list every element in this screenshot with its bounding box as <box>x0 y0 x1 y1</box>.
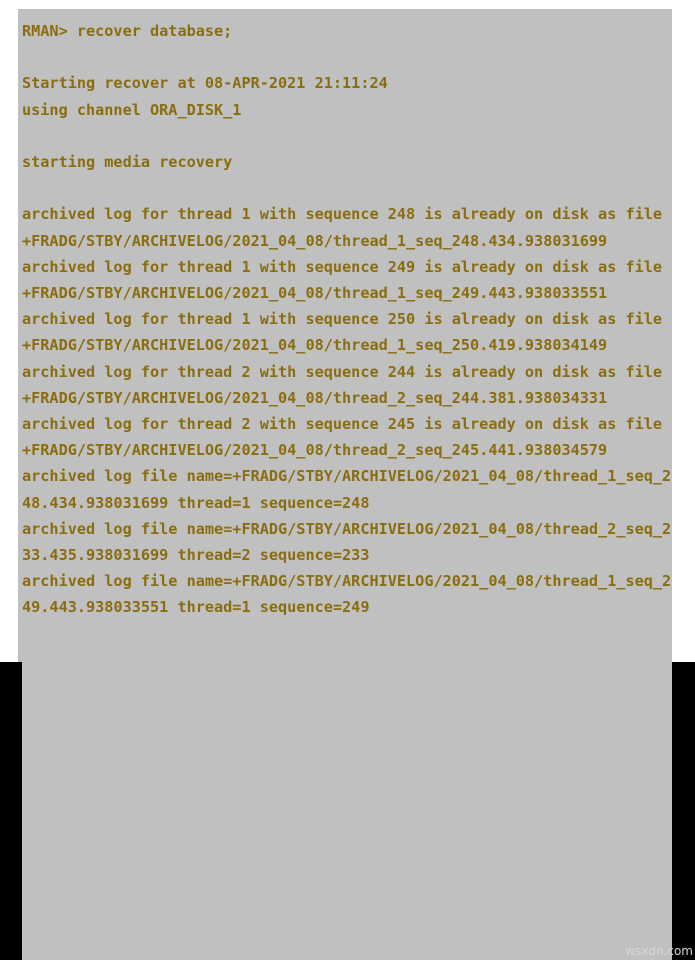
terminal-line: using channel ORA_DISK_1 <box>22 100 242 119</box>
terminal-line: RMAN> recover database; <box>22 22 233 40</box>
terminal-line: archived log file name=+FRADG/STBY/ARCHI… <box>22 467 672 512</box>
terminal-line: archived log for thread 2 with sequence … <box>22 415 672 460</box>
terminal-line: archived log for thread 1 with sequence … <box>22 257 672 302</box>
terminal-output: RMAN> recover database; Starting recover … <box>22 18 672 621</box>
terminal-line: archived log for thread 1 with sequence … <box>22 205 672 250</box>
terminal-line: Starting recover at 08-APR-2021 21:11:24 <box>22 74 388 93</box>
terminal-panel: RMAN> recover database; Starting recover … <box>18 9 672 960</box>
site-watermark: wsxdn.com <box>625 944 693 958</box>
terminal-line: archived log file name=+FRADG/STBY/ARCHI… <box>22 572 672 617</box>
screenshot-root: RMAN> recover database; Starting recover … <box>0 0 695 960</box>
terminal-line: archived log for thread 1 with sequence … <box>22 310 672 355</box>
terminal-line: archived log for thread 2 with sequence … <box>22 362 672 407</box>
terminal-line: archived log file name=+FRADG/STBY/ARCHI… <box>22 519 672 565</box>
left-edge-black-band <box>0 662 22 960</box>
right-edge-black-band <box>672 662 695 960</box>
terminal-line: starting media recovery <box>22 152 233 171</box>
